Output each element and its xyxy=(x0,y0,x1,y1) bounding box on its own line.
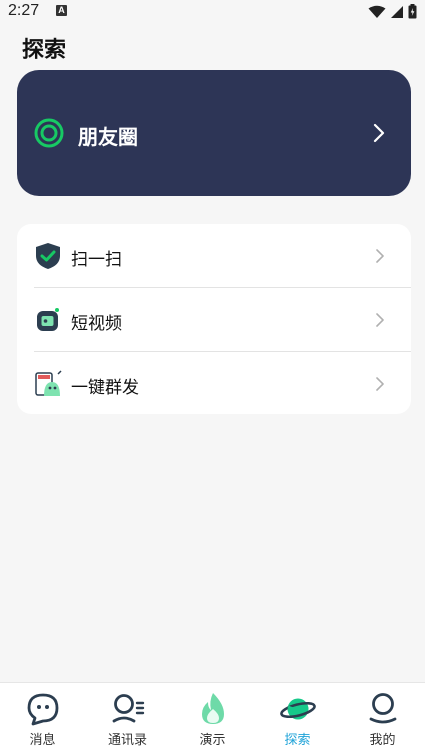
contacts-icon xyxy=(112,694,145,723)
shield-check-icon xyxy=(36,243,60,269)
tab-label: 我的 xyxy=(369,733,396,748)
tab-messages[interactable]: 消息 xyxy=(0,683,85,753)
tab-contacts[interactable]: 通讯录 xyxy=(85,683,170,753)
signal-icon xyxy=(391,5,403,18)
status-icons xyxy=(368,4,417,19)
status-time: 2:27 xyxy=(8,2,40,19)
tab-profile[interactable]: 我的 xyxy=(340,683,425,753)
tab-label: 探索 xyxy=(284,733,311,748)
video-camera-icon xyxy=(37,308,59,331)
list-item-short-video[interactable]: 短视频 xyxy=(17,288,411,351)
tab-label: 通讯录 xyxy=(107,733,147,748)
list-item-label: 一键群发 xyxy=(71,378,139,398)
page-title: 探索 xyxy=(22,38,67,63)
status-bar: 2:27 A xyxy=(0,0,425,24)
menu-list: 扫一扫 短视频 一键群发 xyxy=(17,224,411,414)
list-item-scan[interactable]: 扫一扫 xyxy=(17,224,411,287)
tab-explore[interactable]: 探索 xyxy=(255,683,340,753)
battery-icon xyxy=(408,4,417,19)
moments-ring-icon xyxy=(34,118,64,148)
moments-card[interactable]: 朋友圈 xyxy=(17,70,411,196)
chevron-right-icon xyxy=(376,249,384,263)
list-item-broadcast[interactable]: 一键群发 xyxy=(17,352,411,414)
flame-icon xyxy=(202,693,224,724)
profile-icon xyxy=(369,693,397,724)
list-item-label: 扫一扫 xyxy=(71,250,122,270)
chevron-right-icon xyxy=(373,123,385,143)
moments-label: 朋友圈 xyxy=(78,125,138,149)
chevron-right-icon xyxy=(376,313,384,327)
notification-icon: A xyxy=(56,5,67,16)
bottom-tab-bar: 消息 通讯录 演示 探索 我的 xyxy=(0,682,425,753)
tab-label: 消息 xyxy=(29,733,56,748)
tab-label: 演示 xyxy=(199,733,226,748)
chat-bubble-icon xyxy=(27,693,59,726)
list-item-label: 短视频 xyxy=(71,314,122,334)
wifi-icon xyxy=(368,5,386,18)
planet-icon xyxy=(280,698,316,720)
tab-demo[interactable]: 演示 xyxy=(170,683,255,753)
chevron-right-icon xyxy=(376,377,384,391)
broadcast-robot-icon xyxy=(35,370,62,396)
